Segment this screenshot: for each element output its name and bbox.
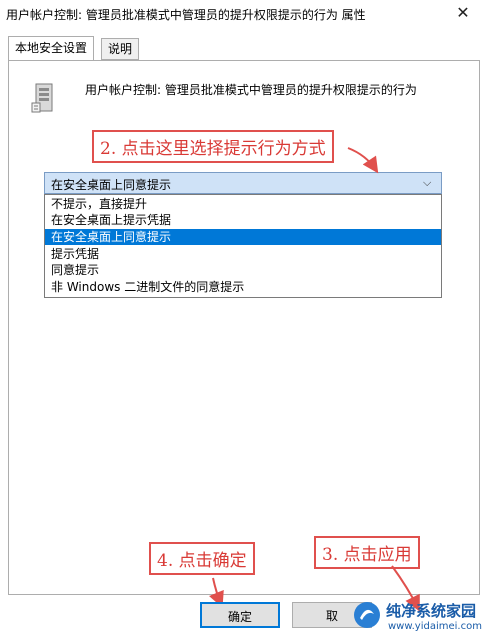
dropdown-option-selected[interactable]: 在安全桌面上同意提示: [45, 229, 441, 245]
behavior-select[interactable]: 在安全桌面上同意提示 ⌵: [44, 172, 442, 194]
annotation-step3: 3. 点击应用: [314, 536, 420, 569]
annotation-step2: 2. 点击这里选择提示行为方式: [92, 130, 334, 163]
dropdown-option[interactable]: 不提示，直接提升: [45, 196, 441, 212]
behavior-select-value: 在安全桌面上同意提示: [51, 178, 172, 192]
watermark-name: 纯净系统家园: [386, 602, 477, 620]
chevron-down-icon[interactable]: ⌵: [423, 175, 435, 191]
policy-name: 用户帐户控制: 管理员批准模式中管理员的提升权限提示的行为: [85, 83, 417, 97]
title-bar: 用户帐户控制: 管理员批准模式中管理员的提升权限提示的行为 属性 ✕: [0, 0, 484, 28]
dropdown-option[interactable]: 提示凭据: [45, 246, 441, 262]
dropdown-option[interactable]: 同意提示: [45, 262, 441, 278]
tab-explain[interactable]: 说明: [101, 38, 140, 60]
dropdown-option[interactable]: 在安全桌面上提示凭据: [45, 212, 441, 228]
watermark-logo-icon: [354, 602, 380, 628]
watermark-url: www.yidaimei.com: [388, 621, 482, 632]
ok-button[interactable]: 确定: [200, 602, 280, 628]
tab-local-security-setting[interactable]: 本地安全设置: [8, 36, 95, 61]
watermark: 纯净系统家园 www.yidaimei.com: [352, 594, 482, 640]
close-icon[interactable]: ✕: [452, 2, 474, 24]
dropdown-option[interactable]: 非 Windows 二进制文件的同意提示: [45, 279, 441, 295]
annotation-step4: 4. 点击确定: [149, 542, 255, 575]
window-title: 用户帐户控制: 管理员批准模式中管理员的提升权限提示的行为 属性: [6, 8, 366, 22]
server-icon: [31, 83, 53, 113]
behavior-dropdown-list: 不提示，直接提升 在安全桌面上提示凭据 在安全桌面上同意提示 提示凭据 同意提示…: [44, 194, 442, 298]
